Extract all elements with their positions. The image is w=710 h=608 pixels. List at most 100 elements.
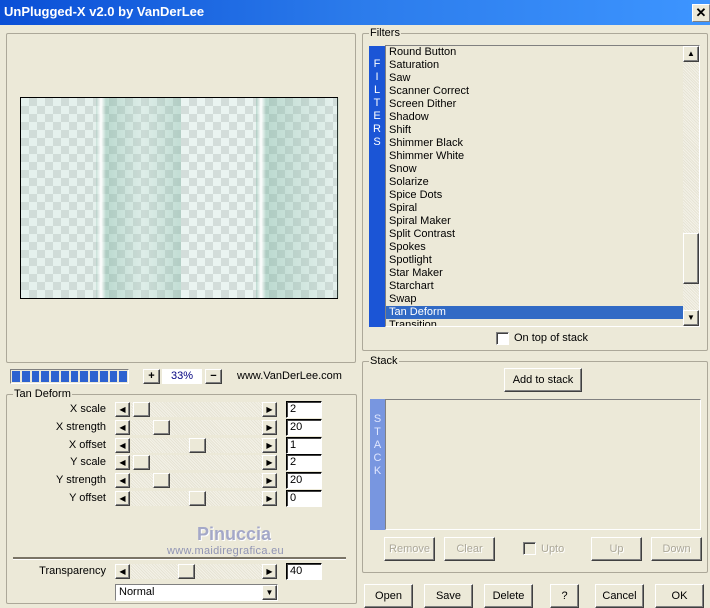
filter-item[interactable]: Scanner Correct: [386, 85, 699, 98]
filter-item[interactable]: Spiral Maker: [386, 215, 699, 228]
arrow-left-icon[interactable]: ◀: [115, 402, 130, 417]
slider-thumb[interactable]: [189, 491, 206, 506]
scroll-down-icon[interactable]: ▼: [683, 310, 699, 326]
x-offset-input[interactable]: 1: [286, 437, 322, 454]
arrow-right-icon[interactable]: ▶: [262, 564, 277, 579]
upto-checkbox[interactable]: [523, 542, 536, 555]
x-offset-slider[interactable]: [131, 438, 262, 453]
slider-thumb[interactable]: [153, 420, 171, 435]
filter-item[interactable]: Split Contrast: [386, 228, 699, 241]
chevron-down-icon[interactable]: ▼: [262, 585, 277, 600]
divider: [13, 557, 346, 560]
help-button[interactable]: ?: [550, 584, 579, 608]
y-strength-slider[interactable]: [131, 473, 262, 488]
window-title: UnPlugged-X v2.0 by VanDerLee: [4, 4, 205, 19]
strip-letter: S: [373, 136, 381, 148]
delete-button[interactable]: Delete: [484, 584, 533, 608]
arrow-right-icon[interactable]: ▶: [262, 491, 277, 506]
filter-item[interactable]: Spiral: [386, 202, 699, 215]
x-scale-input[interactable]: 2: [286, 401, 322, 418]
title-bar: UnPlugged-X v2.0 by VanDerLee ✕: [0, 0, 710, 25]
clear-button[interactable]: Clear: [444, 537, 495, 561]
arrow-left-icon[interactable]: ◀: [115, 564, 130, 579]
filter-item[interactable]: Solarize: [386, 176, 699, 189]
slider-thumb[interactable]: [189, 438, 206, 453]
website-link[interactable]: www.VanDerLee.com: [237, 370, 342, 382]
slider-thumb[interactable]: [153, 473, 171, 488]
filters-scrollbar[interactable]: ▲ ▼: [683, 46, 699, 326]
upto-label: Upto: [541, 543, 565, 555]
arrow-left-icon[interactable]: ◀: [115, 420, 130, 435]
strip-letter: T: [373, 97, 381, 109]
close-button[interactable]: ✕: [692, 4, 710, 22]
arrow-left-icon[interactable]: ◀: [115, 455, 130, 470]
arrow-left-icon[interactable]: ◀: [115, 438, 130, 453]
x-strength-slider[interactable]: [131, 420, 262, 435]
filter-item[interactable]: Saw: [386, 72, 699, 85]
down-button[interactable]: Down: [651, 537, 702, 561]
on-top-label: On top of stack: [514, 332, 588, 344]
blend-mode-select[interactable]: Normal ▼: [115, 584, 278, 601]
y-scale-input[interactable]: 2: [286, 454, 322, 471]
strip-letter: I: [375, 71, 379, 83]
transparency-slider[interactable]: [131, 564, 262, 579]
filter-item[interactable]: Tan Deform: [386, 306, 699, 319]
arrow-right-icon[interactable]: ▶: [262, 455, 277, 470]
filter-item[interactable]: Shimmer White: [386, 150, 699, 163]
filter-item[interactable]: Star Maker: [386, 267, 699, 280]
arrow-right-icon[interactable]: ▶: [262, 402, 277, 417]
strip-letter: C: [373, 452, 382, 464]
arrow-left-icon[interactable]: ◀: [115, 491, 130, 506]
strip-letter: F: [373, 58, 381, 70]
filter-item[interactable]: Spotlight: [386, 254, 699, 267]
ok-button[interactable]: OK: [655, 584, 704, 608]
strip-letter: K: [373, 465, 382, 477]
filter-item[interactable]: Screen Dither: [386, 98, 699, 111]
up-button[interactable]: Up: [591, 537, 642, 561]
arrow-left-icon[interactable]: ◀: [115, 473, 130, 488]
slider-thumb[interactable]: [133, 402, 150, 417]
filter-item[interactable]: Starchart: [386, 280, 699, 293]
strip-letter: T: [374, 426, 381, 438]
slider-thumb[interactable]: [133, 455, 150, 470]
y-scale-slider[interactable]: [131, 455, 262, 470]
filter-item[interactable]: Round Button: [386, 46, 699, 59]
arrow-right-icon[interactable]: ▶: [262, 473, 277, 488]
filter-item[interactable]: Swap: [386, 293, 699, 306]
x-strength-input[interactable]: 20: [286, 419, 322, 436]
arrow-right-icon[interactable]: ▶: [262, 438, 277, 453]
strip-letter: S: [373, 413, 382, 425]
remove-button[interactable]: Remove: [384, 537, 435, 561]
filter-item[interactable]: Snow: [386, 163, 699, 176]
transparency-input[interactable]: 40: [286, 563, 322, 580]
filters-list[interactable]: Round Button Saturation Saw Scanner Correct…: [385, 45, 700, 327]
x-strength-label: X strength: [55, 421, 106, 433]
y-strength-input[interactable]: 20: [286, 472, 322, 489]
open-button[interactable]: Open: [364, 584, 413, 608]
scroll-up-icon[interactable]: ▲: [683, 46, 699, 62]
filter-item[interactable]: Spokes: [386, 241, 699, 254]
filter-item[interactable]: Shift: [386, 124, 699, 137]
slider-thumb[interactable]: [177, 564, 195, 579]
scroll-thumb[interactable]: [683, 233, 699, 284]
filter-item[interactable]: Saturation: [386, 59, 699, 72]
y-offset-input[interactable]: 0: [286, 490, 322, 507]
group-label: Stack: [369, 355, 399, 367]
zoom-out-button[interactable]: −: [205, 369, 222, 384]
save-button[interactable]: Save: [424, 584, 473, 608]
y-offset-slider[interactable]: [131, 491, 262, 506]
add-to-stack-button[interactable]: Add to stack: [504, 368, 582, 392]
on-top-checkbox[interactable]: [496, 332, 509, 345]
filter-item[interactable]: Transition: [386, 319, 699, 326]
x-scale-slider[interactable]: [131, 402, 262, 417]
stack-list[interactable]: [385, 399, 701, 530]
transparency-label: Transparency: [39, 565, 106, 577]
filter-item[interactable]: Shimmer Black: [386, 137, 699, 150]
arrow-right-icon[interactable]: ▶: [262, 420, 277, 435]
filter-item[interactable]: Spice Dots: [386, 189, 699, 202]
filters-strip: FILTERS: [369, 46, 385, 327]
zoom-in-button[interactable]: +: [143, 369, 160, 384]
zoom-level: 33%: [162, 369, 202, 384]
filter-item[interactable]: Shadow: [386, 111, 699, 124]
cancel-button[interactable]: Cancel: [595, 584, 644, 608]
